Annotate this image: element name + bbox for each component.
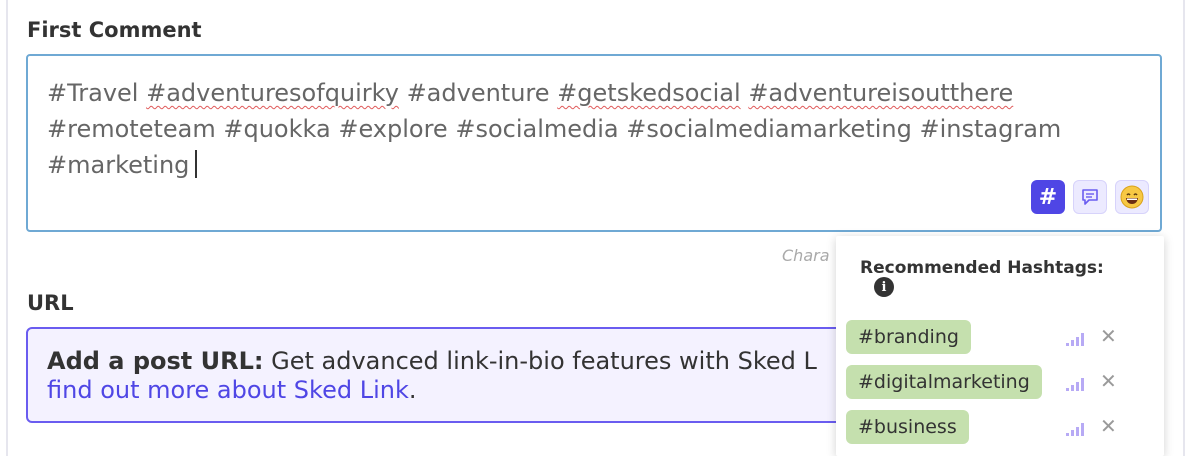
recommended-hashtag-row: #branding ✕ xyxy=(846,320,1154,356)
remove-hashtag-icon[interactable]: ✕ xyxy=(1100,324,1117,348)
hashtag-token: #socialmedia xyxy=(455,115,619,143)
hashtag-token: #adventure xyxy=(406,79,550,107)
hashtag-token: #adventuresofquirky xyxy=(146,79,399,107)
popularity-bars-icon xyxy=(1066,377,1088,391)
recommended-hashtag-row: #business ✕ xyxy=(846,410,1154,446)
recommended-hashtags-panel: Recommended Hashtags: i #branding ✕ #dig… xyxy=(836,236,1164,456)
hashtag-token: #explore xyxy=(338,115,448,143)
sked-link-learn-more-link[interactable]: find out more about Sked Link xyxy=(47,376,409,404)
hashtag-token: #marketing xyxy=(47,151,190,179)
character-counter: Chara xyxy=(782,246,830,265)
hashtag-icon: # xyxy=(1038,184,1058,210)
grinning-face-icon xyxy=(1120,185,1144,209)
info-icon[interactable]: i xyxy=(874,277,894,297)
hashtag-button[interactable]: # xyxy=(1031,180,1065,214)
post-url-prompt-text: Get advanced link-in-bio features with S… xyxy=(263,347,817,375)
hashtag-token: #adventureisoutthere xyxy=(748,79,1014,107)
first-comment-label: First Comment xyxy=(27,18,202,42)
remove-hashtag-icon[interactable]: ✕ xyxy=(1100,414,1117,438)
first-comment-text[interactable]: #Travel #adventuresofquirky #adventure #… xyxy=(47,75,1127,183)
recommended-hashtag-chip[interactable]: #digitalmarketing xyxy=(846,365,1042,399)
hashtag-token: #instagram xyxy=(919,115,1062,143)
comment-template-button[interactable] xyxy=(1073,180,1107,214)
post-url-prompt-line2: find out more about Sked Link. xyxy=(47,376,417,404)
emoji-button[interactable] xyxy=(1115,180,1149,214)
url-label: URL xyxy=(27,291,74,315)
recommended-hashtag-row: #digitalmarketing ✕ xyxy=(846,365,1154,401)
left-frame-border xyxy=(6,0,8,456)
text-caret xyxy=(195,150,198,178)
speech-bubble-icon xyxy=(1082,189,1098,205)
hashtag-token: #quokka xyxy=(223,115,331,143)
post-url-prompt-bold: Add a post URL: xyxy=(47,347,264,375)
popularity-bars-icon xyxy=(1066,422,1088,436)
post-url-period: . xyxy=(408,376,417,404)
post-url-prompt: Add a post URL: Get advanced link-in-bio… xyxy=(47,347,817,375)
recommended-hashtag-chip[interactable]: #branding xyxy=(846,320,971,354)
hashtag-token: #getskedsocial xyxy=(557,79,741,107)
recommended-hashtag-chip[interactable]: #business xyxy=(846,410,969,444)
first-comment-textarea[interactable]: #Travel #adventuresofquirky #adventure #… xyxy=(26,54,1162,232)
hashtag-token: #remoteteam xyxy=(47,115,216,143)
remove-hashtag-icon[interactable]: ✕ xyxy=(1100,369,1117,393)
hashtag-token: #Travel xyxy=(47,79,139,107)
hashtag-token: #socialmediamarketing xyxy=(626,115,912,143)
recommended-hashtags-title: Recommended Hashtags: xyxy=(860,258,1104,278)
right-frame-border xyxy=(1183,0,1185,456)
popularity-bars-icon xyxy=(1066,332,1088,346)
